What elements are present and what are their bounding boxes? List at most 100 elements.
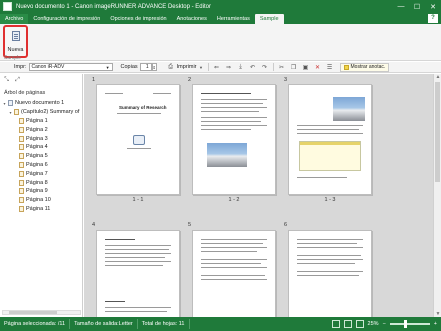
page-thumbnail[interactable]: Summary of Research bbox=[96, 84, 180, 195]
text-line bbox=[127, 148, 151, 149]
insert-icon[interactable]: ⤓ bbox=[237, 63, 245, 71]
show-annotations-button[interactable]: Mostrar anotac. bbox=[339, 62, 390, 72]
page-icon bbox=[19, 197, 24, 204]
minimize-button[interactable]: — bbox=[393, 3, 409, 11]
copies-stepper[interactable]: ⇕ bbox=[151, 63, 157, 71]
page-thumbnail[interactable] bbox=[96, 230, 180, 320]
tree-page[interactable]: Página 9 bbox=[2, 187, 81, 196]
tree-page[interactable]: Página 8 bbox=[2, 178, 81, 187]
print-button[interactable]: Imprimir bbox=[177, 64, 197, 70]
tab-archivo[interactable]: Archivo bbox=[0, 14, 29, 24]
tree-node-label: Página 3 bbox=[26, 135, 48, 142]
tab-herramientas[interactable]: Herramientas bbox=[212, 14, 255, 24]
output-size-status: Tamaño de salida:Letter bbox=[70, 319, 138, 329]
collapse-icon[interactable]: ⤡ bbox=[3, 77, 10, 84]
text-line bbox=[297, 133, 363, 134]
tree-page[interactable]: Página 3 bbox=[2, 134, 81, 143]
chevron-down-icon[interactable]: ▼ bbox=[199, 63, 204, 71]
tree-page[interactable]: Página 7 bbox=[2, 169, 81, 178]
text-line bbox=[297, 247, 363, 248]
tree-page[interactable]: Página 5 bbox=[2, 152, 81, 161]
arrow-left-icon[interactable]: ⇐ bbox=[213, 63, 221, 71]
paste-icon[interactable]: ▣ bbox=[302, 63, 310, 71]
selected-page-status: Página seleccionada: /11 bbox=[0, 319, 71, 329]
tab-sample[interactable]: Sample bbox=[254, 14, 284, 24]
tree-node-label: Página 2 bbox=[26, 126, 48, 133]
tree-view-icon[interactable] bbox=[355, 320, 364, 328]
vertical-scrollbar[interactable]: ▲ ▼ bbox=[433, 74, 441, 317]
page-thumbnail[interactable] bbox=[192, 84, 276, 195]
page-icon bbox=[19, 161, 24, 168]
zoom-in-icon[interactable]: + bbox=[434, 321, 437, 327]
page-icon bbox=[19, 144, 24, 151]
page-thumbnail[interactable] bbox=[192, 230, 276, 320]
tree-chapter[interactable]: ▾ (Capítulo2) Summary of bbox=[2, 108, 81, 117]
maximize-button[interactable]: ☐ bbox=[409, 3, 425, 11]
zoom-level: 25% bbox=[367, 321, 379, 327]
tree-page[interactable]: Página 11 bbox=[2, 205, 81, 214]
page-icon bbox=[19, 170, 24, 177]
zoom-slider[interactable] bbox=[389, 320, 430, 328]
tree-node-label: Página 1 bbox=[26, 117, 48, 124]
ribbon: Nueva Sample bbox=[0, 24, 441, 61]
text-line bbox=[201, 99, 267, 100]
thumbnail-view-icon[interactable] bbox=[343, 320, 352, 328]
logo-icon bbox=[133, 135, 145, 145]
expand-icon[interactable]: ⤢ bbox=[14, 77, 21, 84]
single-view-icon[interactable] bbox=[331, 320, 340, 328]
printer-label: Impr: bbox=[14, 64, 27, 70]
page-number: 1 bbox=[92, 77, 96, 83]
printer-value: Canon iR-ADV bbox=[31, 64, 65, 70]
text-line bbox=[105, 93, 123, 94]
scrollbar-thumb[interactable] bbox=[9, 311, 57, 314]
page-thumbnail[interactable] bbox=[288, 84, 372, 195]
tree-page[interactable]: Página 6 bbox=[2, 161, 81, 170]
tab-opciones-impresion[interactable]: Opciones de impresión bbox=[105, 14, 171, 24]
tree-node-label: (Capítulo2) Summary of bbox=[21, 109, 80, 116]
text-line bbox=[105, 249, 169, 250]
zoom-slider-knob[interactable] bbox=[403, 320, 407, 328]
page-number: 3 bbox=[284, 77, 288, 83]
tree-page[interactable]: Página 10 bbox=[2, 196, 81, 205]
cut-icon[interactable]: ✂ bbox=[278, 63, 286, 71]
scroll-up-icon[interactable]: ▲ bbox=[434, 74, 441, 80]
scrollbar-thumb[interactable] bbox=[435, 82, 440, 182]
tab-configuracion-impresion[interactable]: Configuración de impresión bbox=[28, 14, 105, 24]
page-number: 5 bbox=[188, 222, 192, 228]
annotation-icon bbox=[343, 64, 349, 70]
undo-icon[interactable]: ↶ bbox=[249, 63, 257, 71]
printer-select[interactable]: Canon iR-ADV ▼ bbox=[28, 63, 113, 71]
ribbon-tabs: Archivo Configuración de impresión Opcio… bbox=[0, 13, 441, 24]
tree-page[interactable]: Página 4 bbox=[2, 143, 81, 152]
document-icon bbox=[8, 100, 13, 107]
text-line bbox=[105, 253, 171, 254]
new-document-icon bbox=[12, 31, 20, 41]
tree-horizontal-scrollbar[interactable] bbox=[2, 310, 81, 315]
total-sheets-status: Total de hojas: 11 bbox=[138, 319, 190, 329]
text-line bbox=[201, 279, 267, 280]
page-title-text: Summary of Research bbox=[119, 105, 167, 110]
copy-icon[interactable]: ❐ bbox=[290, 63, 298, 71]
close-button[interactable]: ✕ bbox=[425, 3, 441, 11]
zoom-out-icon[interactable]: − bbox=[383, 321, 386, 327]
window-title: Nuevo documento 1 - Canon imageRUNNER AD… bbox=[16, 3, 211, 10]
redo-icon[interactable]: ↷ bbox=[261, 63, 269, 71]
tab-anotaciones[interactable]: Anotaciones bbox=[172, 14, 212, 24]
delete-icon[interactable]: ✕ bbox=[314, 63, 322, 71]
page-thumbnail[interactable] bbox=[288, 230, 372, 320]
expand-toggle-icon[interactable]: ▾ bbox=[2, 101, 7, 106]
tree-page[interactable]: Página 1 bbox=[2, 117, 81, 126]
tree-root[interactable]: ▾ Nuevo documento 1 bbox=[2, 99, 81, 108]
arrow-right-icon[interactable]: ⇒ bbox=[225, 63, 233, 71]
page-icon bbox=[19, 179, 24, 186]
copies-input[interactable]: 1 bbox=[139, 63, 152, 71]
nueva-button[interactable]: Nueva bbox=[3, 25, 28, 58]
expand-toggle-icon[interactable]: ▾ bbox=[8, 110, 13, 115]
text-line bbox=[105, 257, 165, 258]
properties-icon[interactable]: ☰ bbox=[326, 63, 334, 71]
help-icon[interactable]: ? bbox=[428, 14, 438, 23]
tree-page[interactable]: Página 2 bbox=[2, 125, 81, 134]
text-line bbox=[297, 129, 359, 130]
window-controls: — ☐ ✕ bbox=[393, 3, 441, 11]
status-bar: Página seleccionada: /11 Tamaño de salid… bbox=[0, 317, 441, 331]
